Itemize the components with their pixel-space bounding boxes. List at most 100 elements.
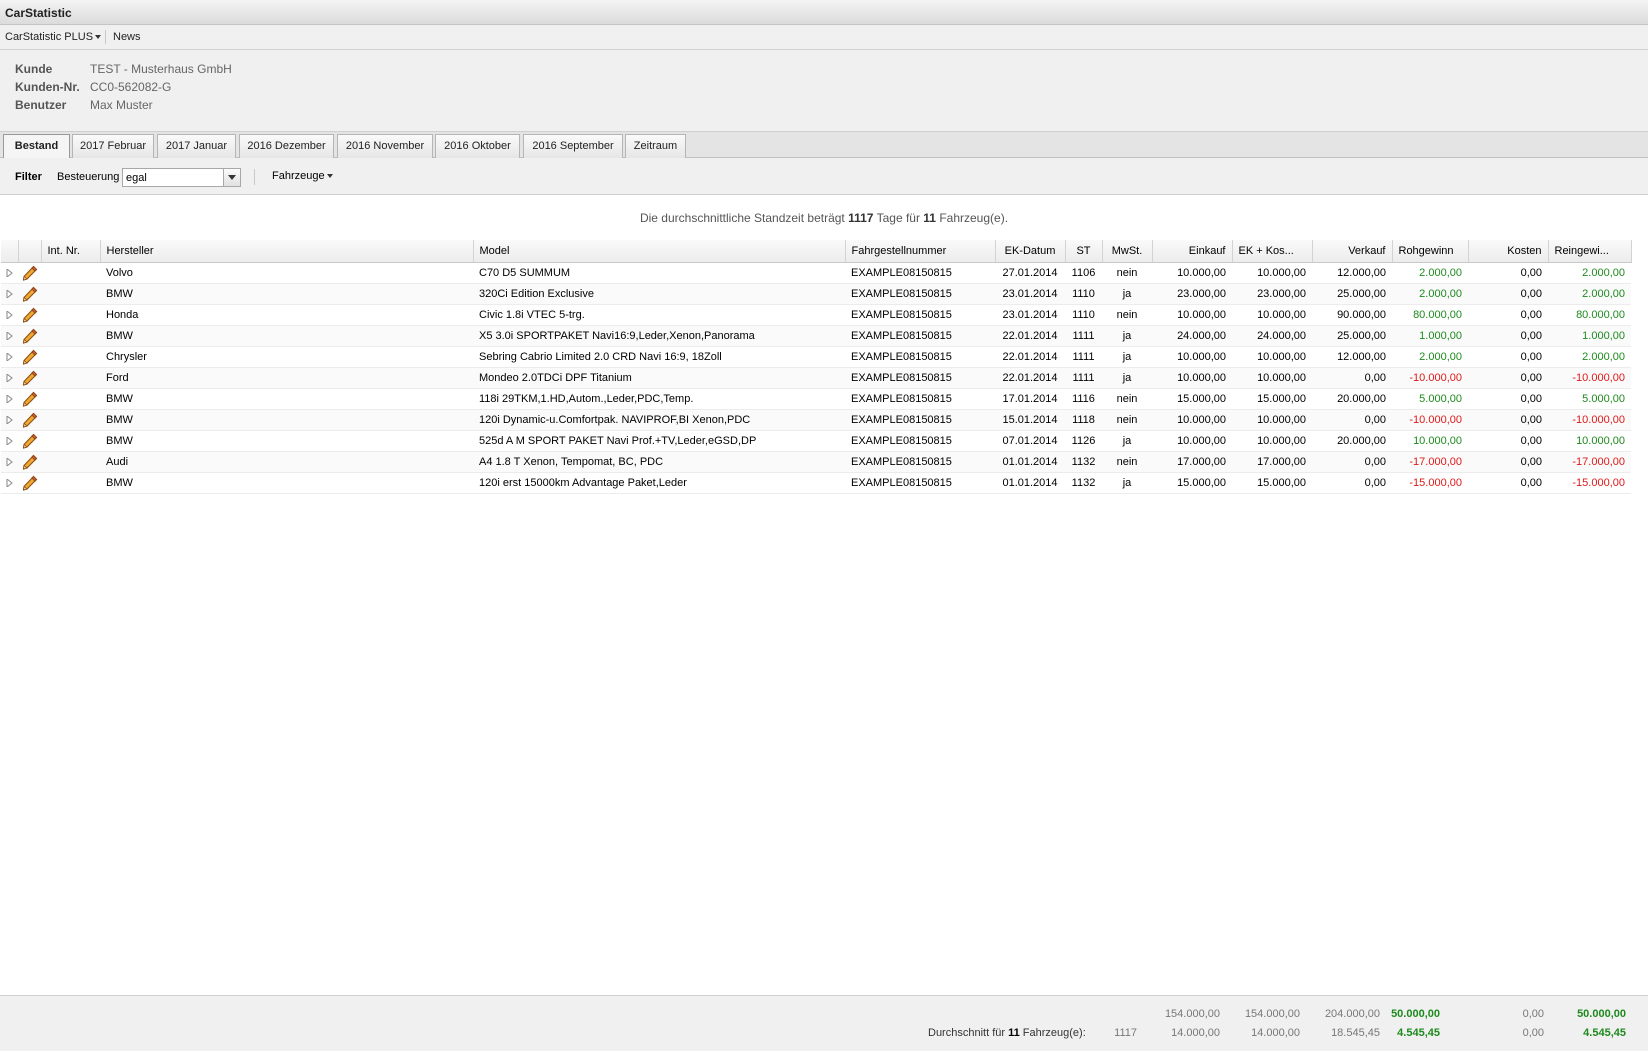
row-expander[interactable] <box>1 304 18 326</box>
table-row[interactable]: Ford Mondeo 2.0TDCi DPF Titanium EXAMPLE08… <box>1 367 1631 389</box>
tab-2016-dezember[interactable]: 2016 Dezember <box>239 134 334 158</box>
expand-triangle-icon[interactable] <box>6 372 13 384</box>
row-expander[interactable] <box>1 262 18 284</box>
header-st[interactable]: ST <box>1065 240 1103 263</box>
row-expander[interactable] <box>1 325 18 347</box>
tab-2016-oktober[interactable]: 2016 Oktober <box>435 134 520 158</box>
fahrzeuge-menu[interactable]: Fahrzeuge <box>272 170 333 182</box>
row-edit[interactable] <box>18 472 41 494</box>
cell-mwst: ja <box>1102 430 1152 452</box>
expand-triangle-icon[interactable] <box>6 456 13 468</box>
table-row[interactable]: Chrysler Sebring Cabrio Limited 2.0 CRD N… <box>1 346 1631 368</box>
cell-mwst: ja <box>1102 367 1152 389</box>
header-reingewinn[interactable]: Reingewi... <box>1548 240 1632 263</box>
cell-verkauf: 12.000,00 <box>1312 262 1392 284</box>
row-edit[interactable] <box>18 451 41 473</box>
cell-verkauf: 0,00 <box>1312 472 1392 494</box>
expand-triangle-icon[interactable] <box>6 414 13 426</box>
table-row[interactable]: Honda Civic 1.8i VTEC 5-trg. EXAMPLE081508… <box>1 304 1631 326</box>
table-row[interactable]: BMW 120i erst 15000km Advantage Paket,Led… <box>1 472 1631 494</box>
table-row[interactable]: BMW X5 3.0i SPORTPAKET Navi16:9,Leder,Xen… <box>1 325 1631 347</box>
row-edit[interactable] <box>18 325 41 347</box>
row-expander[interactable] <box>1 472 18 494</box>
row-expander[interactable] <box>1 451 18 473</box>
row-expander[interactable] <box>1 430 18 452</box>
tab-2016-november[interactable]: 2016 November <box>337 134 433 158</box>
menu-carstatistic-plus[interactable]: CarStatistic PLUS <box>5 31 102 43</box>
cell-kosten: 0,00 <box>1468 472 1548 494</box>
cell-st: 1110 <box>1065 304 1102 326</box>
total-reingewinn: 50.000,00 <box>1577 1008 1626 1020</box>
pencil-icon[interactable] <box>22 475 38 491</box>
row-edit[interactable] <box>18 430 41 452</box>
expand-triangle-icon[interactable] <box>6 309 13 321</box>
row-edit[interactable] <box>18 388 41 410</box>
pencil-icon[interactable] <box>22 370 38 386</box>
header-verkauf[interactable]: Verkauf <box>1312 240 1393 263</box>
total-ek-kosten: 154.000,00 <box>1244 1008 1300 1020</box>
row-expander[interactable] <box>1 346 18 368</box>
expand-triangle-icon[interactable] <box>6 267 13 279</box>
row-edit[interactable] <box>18 409 41 431</box>
table-row[interactable]: Volvo C70 D5 SUMMUM EXAMPLE08150815 27.01.2… <box>1 262 1631 284</box>
header-intnr[interactable]: Int. Nr. <box>41 240 101 263</box>
pencil-icon[interactable] <box>22 433 38 449</box>
header-ek-kosten[interactable]: EK + Kos... <box>1232 240 1313 263</box>
expand-triangle-icon[interactable] <box>6 435 13 447</box>
pencil-icon[interactable] <box>22 391 38 407</box>
cell-intnr <box>41 430 100 452</box>
header-ek-datum[interactable]: EK-Datum <box>995 240 1066 263</box>
expand-triangle-icon[interactable] <box>6 330 13 342</box>
cell-ek-datum: 27.01.2014 <box>995 262 1065 284</box>
tab-zeitraum[interactable]: Zeitraum <box>625 134 686 158</box>
table-row[interactable]: BMW 120i Dynamic-u.Comfortpak. NAVIPROF,B… <box>1 409 1631 431</box>
header-kosten[interactable]: Kosten <box>1468 240 1549 263</box>
tab-2016-september[interactable]: 2016 September <box>523 134 623 158</box>
pencil-icon[interactable] <box>22 349 38 365</box>
pencil-icon[interactable] <box>22 412 38 428</box>
cell-ek-datum: 22.01.2014 <box>995 346 1065 368</box>
row-expander[interactable] <box>1 283 18 305</box>
pencil-icon[interactable] <box>22 265 38 281</box>
expand-triangle-icon[interactable] <box>6 393 13 405</box>
header-model[interactable]: Model <box>473 240 846 263</box>
cell-hersteller: Audi <box>100 451 473 473</box>
header-mwst[interactable]: MwSt. <box>1102 240 1153 263</box>
row-expander[interactable] <box>1 409 18 431</box>
header-einkauf[interactable]: Einkauf <box>1152 240 1233 263</box>
expand-triangle-icon[interactable] <box>6 351 13 363</box>
besteuerung-select[interactable]: egal <box>122 168 241 187</box>
title-bar: CarStatistic <box>0 0 1648 25</box>
cell-ek-kosten: 10.000,00 <box>1232 367 1312 389</box>
table-row[interactable]: Audi A4 1.8 T Xenon, Tempomat, BC, PDC EXA… <box>1 451 1631 473</box>
dropdown-button[interactable] <box>223 169 240 186</box>
table-row[interactable]: BMW 320Ci Edition Exclusive EXAMPLE0815081… <box>1 283 1631 305</box>
table-row[interactable]: BMW 118i 29TKM,1.HD,Autom.,Leder,PDC,Temp… <box>1 388 1631 410</box>
expand-triangle-icon[interactable] <box>6 288 13 300</box>
cell-intnr <box>41 304 100 326</box>
row-edit[interactable] <box>18 367 41 389</box>
header-hersteller[interactable]: Hersteller <box>100 240 474 263</box>
row-edit[interactable] <box>18 304 41 326</box>
pencil-icon[interactable] <box>22 328 38 344</box>
table-row[interactable]: BMW 525d A M SPORT PAKET Navi Prof.+TV,Le… <box>1 430 1631 452</box>
tab-2017-februar[interactable]: 2017 Februar <box>72 134 154 158</box>
pencil-icon[interactable] <box>22 454 38 470</box>
row-edit[interactable] <box>18 283 41 305</box>
tab-2017-januar[interactable]: 2017 Januar <box>157 134 236 158</box>
tab-bestand[interactable]: Bestand <box>3 134 70 159</box>
row-edit[interactable] <box>18 262 41 284</box>
kundennr-value: CC0-562082-G <box>90 80 172 94</box>
pencil-icon[interactable] <box>22 286 38 302</box>
cell-ek-datum: 22.01.2014 <box>995 367 1065 389</box>
menu-news[interactable]: News <box>113 31 141 43</box>
pencil-icon[interactable] <box>22 307 38 323</box>
row-expander[interactable] <box>1 388 18 410</box>
cell-fahrgestellnummer: EXAMPLE08150815 <box>845 367 995 389</box>
header-fahrgestellnummer[interactable]: Fahrgestellnummer <box>845 240 996 263</box>
row-edit[interactable] <box>18 346 41 368</box>
header-rohgewinn[interactable]: Rohgewinn <box>1392 240 1469 263</box>
cell-fahrgestellnummer: EXAMPLE08150815 <box>845 472 995 494</box>
expand-triangle-icon[interactable] <box>6 477 13 489</box>
row-expander[interactable] <box>1 367 18 389</box>
